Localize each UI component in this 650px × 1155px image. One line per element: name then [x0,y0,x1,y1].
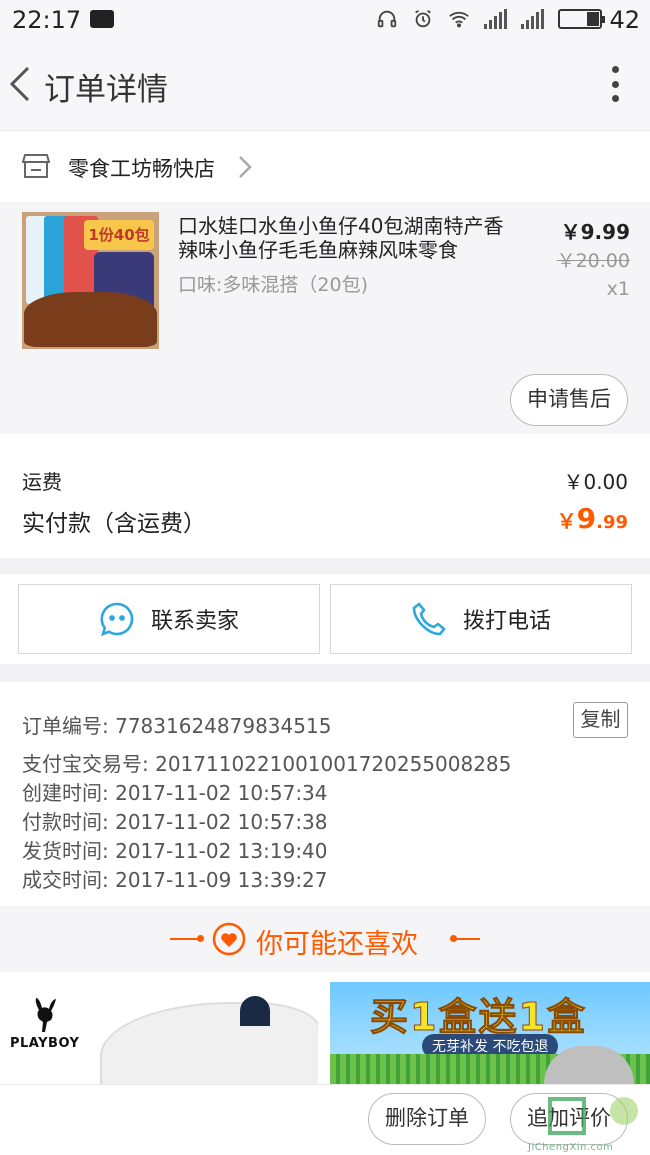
nav-bar: 订单详情 [0,40,650,130]
paid-value: ￥9.99 [557,502,628,535]
product-quantity: x1 [606,278,630,300]
page-title: 订单详情 [44,72,168,108]
thumb-badge: 1份40包 [84,220,154,250]
product-thumbnail[interactable]: 1份40包 [22,212,159,349]
order-totals: 运费 ￥0.00 实付款（含运费） ￥9.99 [0,434,650,558]
chevron-right-icon [239,156,252,178]
signal-icon [484,9,507,29]
site-watermark: JiChengXin.com [528,1093,648,1153]
status-time: 22:17 [12,6,82,34]
created-time: 创建时间: 2017-11-02 10:57:34 [22,781,328,805]
shop-name: 零食工坊畅快店 [68,157,215,181]
back-arrow-icon[interactable] [6,64,36,104]
more-menu-icon[interactable] [610,66,620,102]
recommend-item-catgrass[interactable]: 买1盒送1盒 无芽补发 不吃包退 [330,982,650,1084]
paid-decimal: .99 [596,512,628,533]
watermark-logo-icon [548,1097,638,1135]
recommend-header: 你可能还喜欢 [0,906,650,972]
alarm-icon [415,9,431,28]
product-spec: 口味:多味混搭（20包) [178,274,368,296]
paid-time: 付款时间: 2017-11-02 10:57:38 [22,810,328,834]
status-bar: 22:17 42 [0,0,650,40]
call-phone-label: 拨打电话 [462,609,551,634]
delete-order-button[interactable]: 删除订单 [368,1093,486,1145]
paid-currency: ￥ [556,509,577,533]
recommend-item-2-title: 买1盒送1盒 [370,995,587,1040]
product-card[interactable]: 1份40包 口水娃口水鱼小鱼仔40包湖南特产香辣味小鱼仔毛毛鱼麻辣风味零食 口味… [0,202,650,434]
alipay-trade-number: 支付宝交易号: 2017110221001001720255008285 [22,752,512,776]
after-sale-button[interactable]: 申请售后 [510,374,628,426]
shipped-time: 发货时间: 2017-11-02 13:19:40 [22,839,328,863]
image-notification-icon [90,10,114,28]
phone-icon [412,602,446,636]
contact-seller-button[interactable]: 联系卖家 [18,584,320,654]
wifi-icon [449,11,469,28]
order-number: 订单编号: 77831624879834515 [22,714,332,738]
freight-value: ￥0.00 [563,470,628,494]
recommend-item-shoe[interactable]: PLAYBOY [0,982,318,1084]
recommend-title: 你可能还喜欢 [256,929,418,960]
headset-icon [377,10,397,28]
battery-level: 42 [609,6,640,34]
freight-label: 运费 [22,470,62,494]
paid-label: 实付款（含运费） [22,511,206,537]
bottom-action-bar: 删除订单 追加评价 JiChengXin.com [0,1084,650,1155]
shop-row[interactable]: 零食工坊畅快店 [0,130,650,202]
watermark-text: JiChengXin.com [528,1142,614,1153]
playboy-bunny-logo [35,998,56,1032]
signal-4g-icon [521,9,544,29]
product-title: 口水娃口水鱼小鱼仔40包湖南特产香辣味小鱼仔毛毛鱼麻辣风味零食 [178,214,504,262]
order-info: 订单编号: 77831624879834515 复制 支付宝交易号: 20171… [0,682,650,906]
recommend-list: PLAYBOY 买1盒送1盒 无芽补发 不吃包退 [0,972,650,1084]
product-original-price: ￥20.00 [556,250,630,272]
store-icon [22,154,50,178]
contact-section: 联系卖家 拨打电话 [0,574,650,664]
recommend-item-1-brand: PLAYBOY [10,1036,80,1051]
paid-integer: 9 [576,502,597,535]
status-icons [376,8,605,30]
contact-seller-label: 联系卖家 [150,609,239,634]
copy-button[interactable]: 复制 [573,702,628,738]
heart-icon [212,922,246,956]
call-phone-button[interactable]: 拨打电话 [330,584,632,654]
chat-icon [100,602,134,637]
completed-time: 成交时间: 2017-11-09 13:39:27 [22,868,328,892]
product-price: ￥9.99 [560,220,630,244]
battery-icon [558,9,605,29]
